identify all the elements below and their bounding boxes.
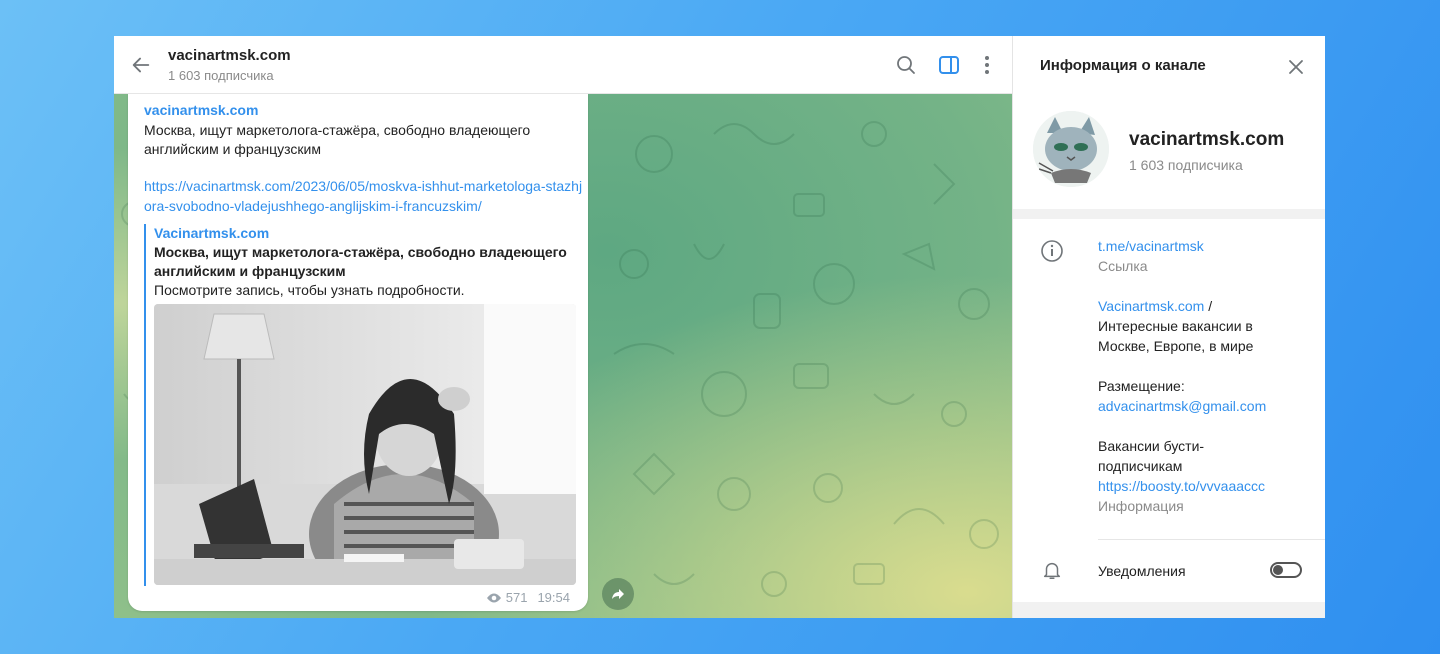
- back-arrow-icon[interactable]: [130, 54, 152, 76]
- boost-link[interactable]: https://boosty.to/vvvaaaccc: [1098, 476, 1308, 496]
- share-arrow-icon: [612, 589, 624, 599]
- about-text: Интересные вакансии в Москве, Европе, в …: [1098, 318, 1254, 354]
- telegram-window: vacinartmsk.com 1 603 подписчика vacinar…: [114, 36, 1325, 618]
- notifications-label: Уведомления: [1098, 563, 1186, 579]
- channel-description: Vacinartmsk.com / Интересные вакансии в …: [1098, 296, 1308, 516]
- chat-area[interactable]: vacinartmsk.com Москва, ищут маркетолога…: [114, 94, 1012, 618]
- section-separator: [1013, 209, 1325, 219]
- message-views: 571: [505, 590, 528, 605]
- chat-subscriber-count: 1 603 подписчика: [168, 68, 274, 83]
- chat-title[interactable]: vacinartmsk.com: [168, 47, 291, 64]
- link-preview[interactable]: Vacinartmsk.com Москва, ищут маркетолога…: [144, 224, 576, 586]
- placement-email[interactable]: advacinartmsk@gmail.com: [1098, 396, 1308, 416]
- link-preview-image[interactable]: [154, 304, 576, 585]
- about-separator: /: [1204, 298, 1213, 314]
- info-panel-title: Информация о канале: [1040, 57, 1206, 74]
- placement-label: Размещение:: [1098, 378, 1185, 394]
- section-separator-bottom: [1013, 602, 1325, 618]
- search-icon[interactable]: [894, 53, 918, 77]
- divider: [1098, 539, 1325, 540]
- notifications-toggle[interactable]: [1270, 562, 1302, 578]
- sidebar-toggle-icon[interactable]: [937, 53, 961, 77]
- forward-button[interactable]: [602, 578, 634, 610]
- message-text: Москва, ищут маркетолога-стажёра, свобод…: [144, 122, 531, 157]
- channel-link-block[interactable]: t.me/vacinartmsk Ссылка: [1098, 236, 1308, 276]
- link-preview-title: Москва, ищут маркетолога-стажёра, свобод…: [154, 244, 567, 279]
- link-preview-description: Посмотрите запись, чтобы узнать подробно…: [154, 282, 465, 298]
- bell-icon: [1043, 562, 1061, 579]
- chat-header: vacinartmsk.com 1 603 подписчика: [114, 36, 1012, 94]
- link-preview-site: Vacinartmsk.com: [154, 225, 270, 241]
- channel-info-panel: Информация о канале vacinartmsk.com 1 60…: [1012, 36, 1325, 618]
- channel-link[interactable]: t.me/vacinartmsk: [1098, 236, 1308, 256]
- message-time: 19:54: [537, 590, 570, 605]
- message-sender[interactable]: vacinartmsk.com: [144, 102, 258, 118]
- views-eye-icon: [486, 593, 501, 602]
- message-bubble[interactable]: vacinartmsk.com Москва, ищут маркетолога…: [128, 94, 588, 611]
- avatar[interactable]: [1033, 111, 1109, 187]
- toggle-knob: [1273, 565, 1283, 575]
- info-caption: Информация: [1098, 498, 1184, 514]
- channel-name: vacinartmsk.com: [1129, 129, 1285, 150]
- channel-link-caption: Ссылка: [1098, 258, 1148, 274]
- about-site-link[interactable]: Vacinartmsk.com: [1098, 298, 1204, 314]
- message-meta: 571 19:54: [486, 590, 570, 605]
- channel-subscriber-count: 1 603 подписчика: [1129, 157, 1243, 173]
- boost-text: Вакансии бусти-подписчикам: [1098, 438, 1205, 474]
- more-vertical-icon[interactable]: [975, 53, 999, 77]
- message-link[interactable]: https://vacinartmsk.com/2023/06/05/moskv…: [144, 176, 584, 216]
- info-icon: [1041, 240, 1063, 262]
- close-icon[interactable]: [1285, 56, 1307, 78]
